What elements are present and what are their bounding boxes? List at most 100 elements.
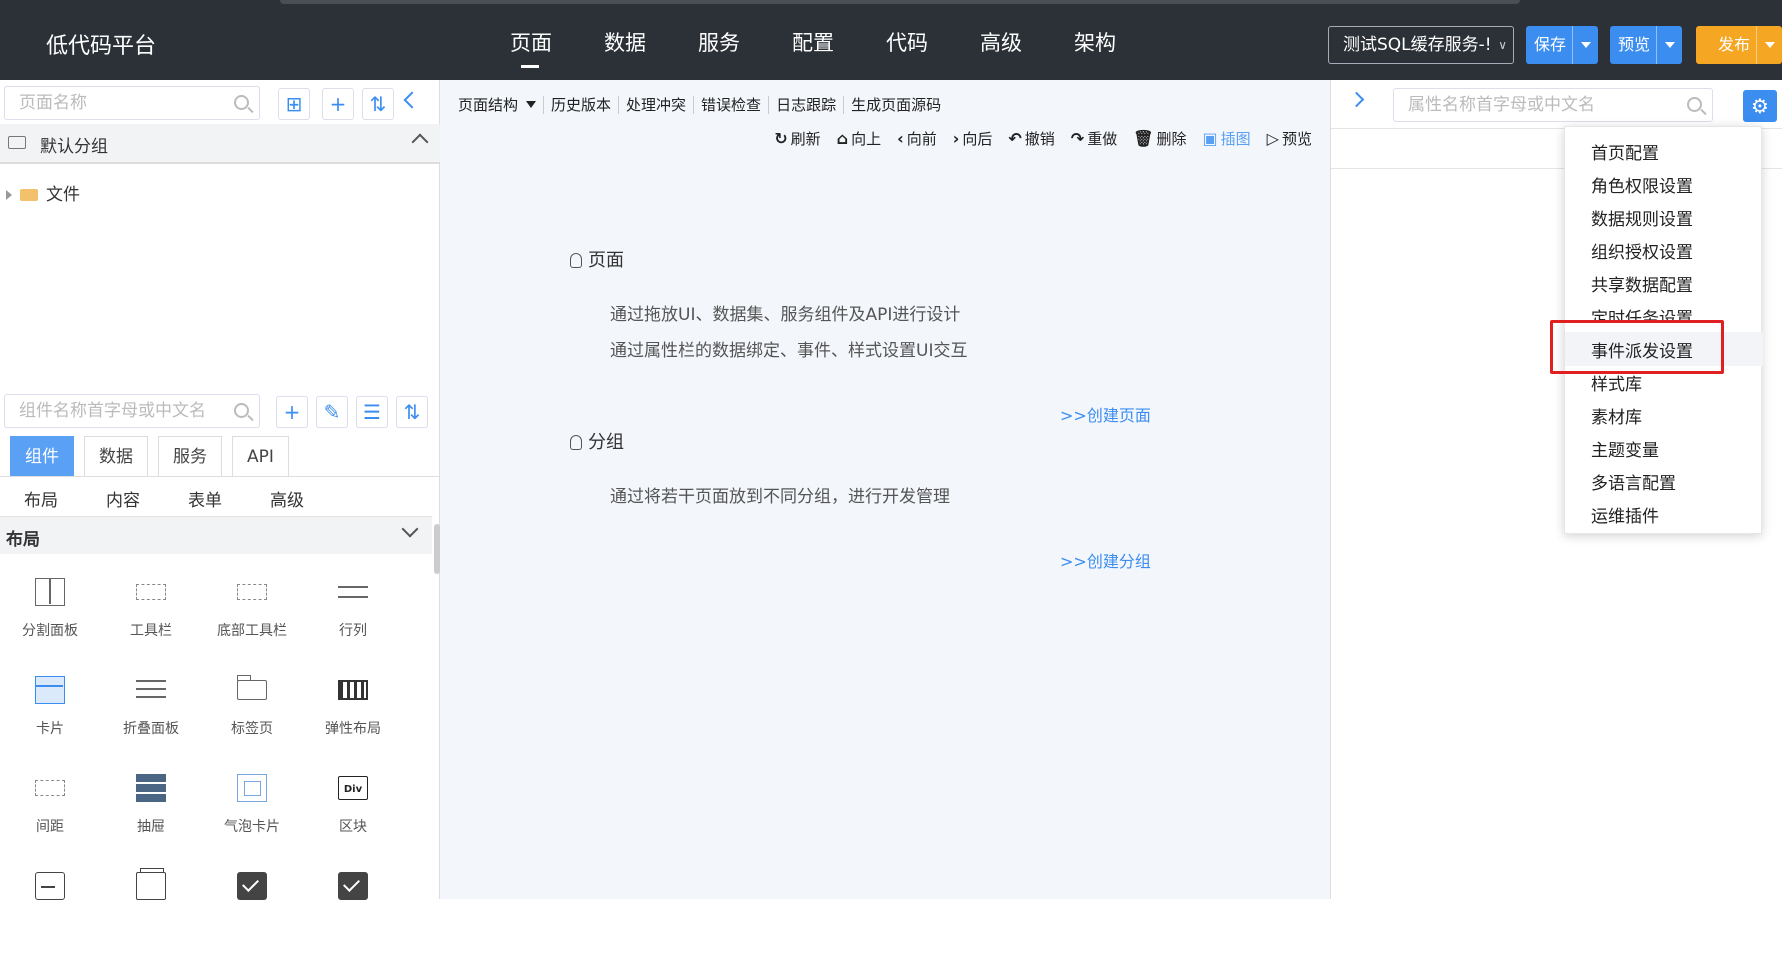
component-collapse-panel[interactable]: 折叠面板 <box>101 668 201 758</box>
menu-generate-source[interactable]: 生成页面源码 <box>844 96 948 114</box>
component-card[interactable]: 卡片 <box>0 668 100 758</box>
expand-arrow-icon[interactable] <box>6 190 12 200</box>
canvas-preview-button[interactable]: ▷ 预览 <box>1267 128 1312 149</box>
component-stack[interactable] <box>101 864 201 954</box>
expand-panel-icon[interactable] <box>1348 91 1365 108</box>
property-search-input[interactable]: 属性名称首字母或中文名 <box>1393 88 1713 122</box>
tab-data[interactable]: 数据 <box>84 436 148 476</box>
component-spacing[interactable]: 间距 <box>0 766 100 856</box>
component-checkbox-group[interactable] <box>303 864 403 954</box>
row-column-icon <box>338 578 368 606</box>
undo-button[interactable]: ↶ 撤销 <box>1008 128 1054 149</box>
create-group-link[interactable]: >>创建分组 <box>1060 548 1151 572</box>
nav-config[interactable]: 配置 <box>766 0 860 80</box>
refresh-button[interactable]: ↻ 刷新 <box>774 128 820 149</box>
preview-button[interactable]: 预览 <box>1610 26 1682 64</box>
nav-advanced[interactable]: 高级 <box>954 0 1048 80</box>
component-tools-button[interactable]: ✎ <box>316 396 348 428</box>
forward-button[interactable]: › 向后 <box>953 128 993 149</box>
menu-item-home-config[interactable]: 首页配置 <box>1591 139 1659 164</box>
create-page-link[interactable]: >>创建页面 <box>1060 402 1151 426</box>
preview-dropdown-icon[interactable] <box>1656 26 1682 64</box>
tree-item-file[interactable]: 文件 <box>6 180 80 205</box>
drawer-icon <box>136 774 166 802</box>
subtab-advanced[interactable]: 高级 <box>270 486 352 511</box>
component-toolbar[interactable]: 工具栏 <box>101 570 201 660</box>
component-tabs[interactable]: 标签页 <box>202 668 302 758</box>
up-button[interactable]: ⌂ 向上 <box>837 128 881 149</box>
component-bottom-toolbar[interactable]: 底部工具栏 <box>202 570 302 660</box>
left-panel: 页面名称 ⊞ + ⇅ 默认分组 文件 组件名称首字母或中文名 + ✎ ☰ ⇅ 组… <box>0 80 440 900</box>
component-drawer[interactable]: 抽屉 <box>101 766 201 856</box>
category-label: 布局 <box>6 530 40 550</box>
save-dropdown-icon[interactable] <box>1572 26 1598 64</box>
nav-code[interactable]: 代码 <box>860 0 954 80</box>
page-search-input[interactable]: 页面名称 <box>4 86 260 120</box>
chevron-left-icon: ‹ <box>897 129 904 148</box>
publish-label: 发布 <box>1718 35 1751 54</box>
bottom-toolbar-icon <box>237 584 267 600</box>
component-flex-layout[interactable]: 弹性布局 <box>303 668 403 758</box>
subtab-layout[interactable]: 布局 <box>24 486 106 511</box>
nav-page[interactable]: 页面 <box>484 0 578 80</box>
nav-architecture[interactable]: 架构 <box>1048 0 1142 80</box>
publish-button[interactable]: 发布 <box>1696 26 1782 64</box>
menu-resolve-conflict[interactable]: 处理冲突 <box>619 96 695 114</box>
lightbulb-icon <box>570 253 582 268</box>
nav-service[interactable]: 服务 <box>672 0 766 80</box>
menu-item-org-auth[interactable]: 组织授权设置 <box>1591 238 1693 263</box>
save-label: 保存 <box>1534 35 1567 54</box>
collapse-panel-icon[interactable] <box>403 91 421 109</box>
subtab-content[interactable]: 内容 <box>106 486 188 511</box>
tab-api[interactable]: API <box>232 436 289 476</box>
component-block[interactable]: Div 区块 <box>303 766 403 856</box>
back-button[interactable]: ‹ 向前 <box>897 128 937 149</box>
chevron-down-icon[interactable] <box>401 520 419 538</box>
component-form-item[interactable] <box>0 864 100 954</box>
component-bubble-card[interactable]: 气泡卡片 <box>202 766 302 856</box>
sort-pages-button[interactable]: ⇅ <box>362 88 394 120</box>
subtab-form[interactable]: 表单 <box>188 486 270 511</box>
menu-page-structure[interactable]: 页面结构 <box>458 96 545 114</box>
tab-components[interactable]: 组件 <box>10 436 74 476</box>
menu-item-asset-library[interactable]: 素材库 <box>1591 403 1642 428</box>
redo-button[interactable]: ↷ 重做 <box>1071 128 1117 149</box>
insert-image-button[interactable]: ▣ 插图 <box>1203 128 1251 149</box>
chevron-down-icon: ∨ <box>1498 38 1507 52</box>
component-search-input[interactable]: 组件名称首字母或中文名 <box>4 394 260 428</box>
menu-log-trace[interactable]: 日志跟踪 <box>769 96 845 114</box>
menu-item-shared-data[interactable]: 共享数据配置 <box>1591 271 1693 296</box>
add-component-button[interactable]: + <box>276 396 308 428</box>
tab-service[interactable]: 服务 <box>158 436 222 476</box>
settings-button[interactable]: ⚙ <box>1743 90 1777 122</box>
sort-components-button[interactable]: ⇅ <box>396 396 428 428</box>
delete-button[interactable]: 🗑 删除 <box>1133 128 1186 149</box>
search-icon <box>234 95 249 110</box>
menu-item-role-permission[interactable]: 角色权限设置 <box>1591 172 1693 197</box>
layout-category-header[interactable]: 布局 <box>0 516 432 554</box>
publish-dropdown-icon[interactable] <box>1756 26 1782 64</box>
nav-data[interactable]: 数据 <box>578 0 672 80</box>
menu-item-theme-variables[interactable]: 主题变量 <box>1591 436 1659 461</box>
service-select-value: 测试SQL缓存服务-! <box>1343 35 1492 55</box>
component-row-column[interactable]: 行列 <box>303 570 403 660</box>
checkbox-icon <box>338 872 368 900</box>
chevron-up-icon[interactable] <box>411 133 429 151</box>
save-button[interactable]: 保存 <box>1526 26 1598 64</box>
default-group-header[interactable]: 默认分组 <box>0 124 440 164</box>
service-select[interactable]: 测试SQL缓存服务-! ∨ <box>1328 26 1514 64</box>
add-folder-button[interactable]: ⊞ <box>278 88 310 120</box>
component-checkbox[interactable] <box>202 864 302 954</box>
menu-item-i18n[interactable]: 多语言配置 <box>1591 469 1676 494</box>
add-page-button[interactable]: + <box>322 88 354 120</box>
component-list-button[interactable]: ☰ <box>356 396 388 428</box>
component-split-panel[interactable]: 分割面板 <box>0 570 100 660</box>
image-icon: ▣ <box>1202 129 1218 148</box>
menu-history[interactable]: 历史版本 <box>544 96 620 114</box>
menu-item-ops-plugin[interactable]: 运维插件 <box>1591 502 1659 527</box>
menu-item-data-rule[interactable]: 数据规则设置 <box>1591 205 1693 230</box>
canvas-toolbar: ↻ 刷新 ⌂ 向上 ‹ 向前 › 向后 ↶ 撤销 ↷ 重做 🗑 删除 ▣ 插图 ▷ 预览 <box>758 128 1312 149</box>
lightbulb-icon <box>570 435 582 450</box>
flex-layout-icon <box>338 680 368 700</box>
menu-error-check[interactable]: 错误检查 <box>694 96 770 114</box>
